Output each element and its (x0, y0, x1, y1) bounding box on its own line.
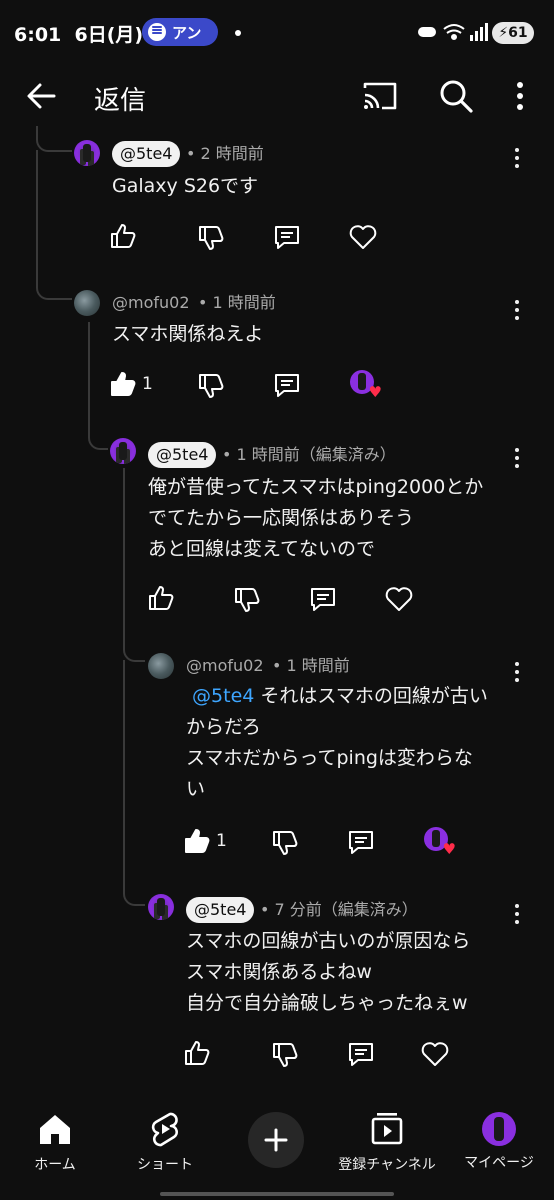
back-arrow-icon[interactable] (24, 78, 60, 114)
reply-icon[interactable] (346, 1039, 376, 1069)
profile-avatar (482, 1112, 516, 1146)
comment-author[interactable]: @5te4 (186, 897, 255, 923)
search-icon[interactable] (436, 76, 476, 116)
status-bar: 6:01 6日(月) アン ⚡61 (0, 0, 554, 64)
nav-shorts[interactable]: ショート (110, 1110, 220, 1174)
comment-text: スマホの回線が古いのが原因なら (186, 930, 471, 952)
comment-text: からだろ (186, 716, 261, 738)
heart-icon[interactable] (348, 222, 378, 252)
wifi-icon (443, 24, 465, 40)
more-vert-icon[interactable] (506, 76, 534, 116)
comment-text: 俺が昔使ってたスマホはping2000とか (148, 476, 484, 498)
comment-text: あと回線は変えてないので (148, 538, 376, 560)
like-icon[interactable] (146, 583, 176, 613)
comment-text: でてたから一応関係はありそう (148, 507, 415, 529)
heart-icon: ♥ (442, 840, 456, 858)
thread-line (123, 468, 145, 662)
spotify-icon (148, 23, 166, 41)
thread-line (36, 150, 72, 300)
comment-text: スマホ関係あるよねw (186, 961, 372, 983)
home-icon (40, 1115, 70, 1144)
battery-indicator: ⚡61 (492, 22, 534, 44)
bottom-navigation: ホーム ショート 登録チャンネル マイページ (0, 1100, 554, 1200)
spotify-notification-label: アン (172, 24, 202, 42)
subscriptions-icon (371, 1113, 403, 1145)
like-icon[interactable] (108, 221, 138, 251)
mention-link[interactable]: @5te4 (192, 685, 254, 707)
creator-heart-badge: ♥ (350, 370, 382, 400)
nav-you-label: マイページ (464, 1155, 534, 1171)
shorts-icon (151, 1112, 178, 1147)
comment-meta: • 1 時間前 (272, 656, 350, 675)
comment-more-icon[interactable] (507, 298, 527, 322)
comment-meta: • 1 時間前 (198, 293, 276, 312)
comment-author[interactable]: @5te4 (148, 442, 217, 468)
plus-icon (264, 1128, 288, 1152)
nav-shorts-label: ショート (137, 1157, 193, 1173)
like-count: 1 (142, 374, 153, 394)
creator-heart-badge: ♥ (424, 827, 456, 857)
avatar[interactable] (148, 653, 174, 679)
nav-subscriptions[interactable]: 登録チャンネル (332, 1110, 442, 1174)
comment-text: @5te4 それはスマホの回線が古い (192, 685, 488, 707)
top-app-bar: 返信 (0, 64, 554, 126)
gamepad-icon (418, 27, 436, 37)
gesture-bar (160, 1192, 394, 1196)
comment-text: い (186, 778, 206, 800)
comment-meta: • 2 時間前 (186, 144, 264, 163)
avatar[interactable] (110, 438, 136, 464)
thread-line (36, 126, 72, 152)
spotify-notification-pill[interactable]: アン (142, 18, 218, 46)
reply-icon[interactable] (272, 370, 302, 400)
comment-more-icon[interactable] (507, 660, 527, 684)
comment-author[interactable]: @mofu02 (186, 653, 264, 679)
like-icon[interactable] (182, 1038, 212, 1068)
dislike-icon[interactable] (270, 828, 300, 858)
heart-icon: ♥ (368, 383, 382, 401)
comment-more-icon[interactable] (507, 146, 527, 170)
comment-text: スマホ関係ねえよ (112, 323, 264, 345)
comment-author[interactable]: @mofu02 (112, 290, 190, 316)
heart-icon[interactable] (384, 584, 414, 614)
heart-icon[interactable] (420, 1039, 450, 1069)
thread-line (123, 660, 145, 906)
page-title: 返信 (94, 86, 147, 116)
reply-icon[interactable] (346, 827, 376, 857)
comment-more-icon[interactable] (507, 446, 527, 470)
like-icon[interactable] (108, 369, 138, 399)
create-button[interactable] (248, 1112, 304, 1168)
comment-text: Galaxy S26です (112, 175, 259, 197)
nav-home[interactable]: ホーム (0, 1110, 110, 1174)
dislike-icon[interactable] (270, 1040, 300, 1070)
thread-line (88, 322, 108, 450)
comment-more-icon[interactable] (507, 902, 527, 926)
cast-icon[interactable] (360, 76, 400, 116)
notification-dot (235, 30, 241, 36)
reply-icon[interactable] (272, 222, 302, 252)
like-icon[interactable] (182, 826, 212, 856)
avatar[interactable] (148, 894, 174, 920)
comment-meta: • 1 時間前（編集済み） (222, 445, 396, 464)
avatar[interactable] (74, 140, 100, 166)
comment-meta: • 7 分前（編集済み） (260, 900, 418, 919)
status-clock: 6:01 6日(月) (14, 24, 144, 46)
comment-text: 自分で自分論破しちゃったねぇw (186, 992, 468, 1014)
comment-author[interactable]: @5te4 (112, 141, 181, 167)
comment-text: スマホだからってpingは変わらな (186, 747, 473, 769)
reply-icon[interactable] (308, 584, 338, 614)
dislike-icon[interactable] (232, 585, 262, 615)
nav-subscriptions-label: 登録チャンネル (338, 1157, 436, 1173)
nav-home-label: ホーム (34, 1157, 76, 1173)
nav-you[interactable]: マイページ (444, 1110, 554, 1172)
dislike-icon[interactable] (196, 371, 226, 401)
dislike-icon[interactable] (196, 223, 226, 253)
signal-icon (470, 23, 488, 41)
avatar[interactable] (74, 290, 100, 316)
like-count: 1 (216, 831, 227, 851)
